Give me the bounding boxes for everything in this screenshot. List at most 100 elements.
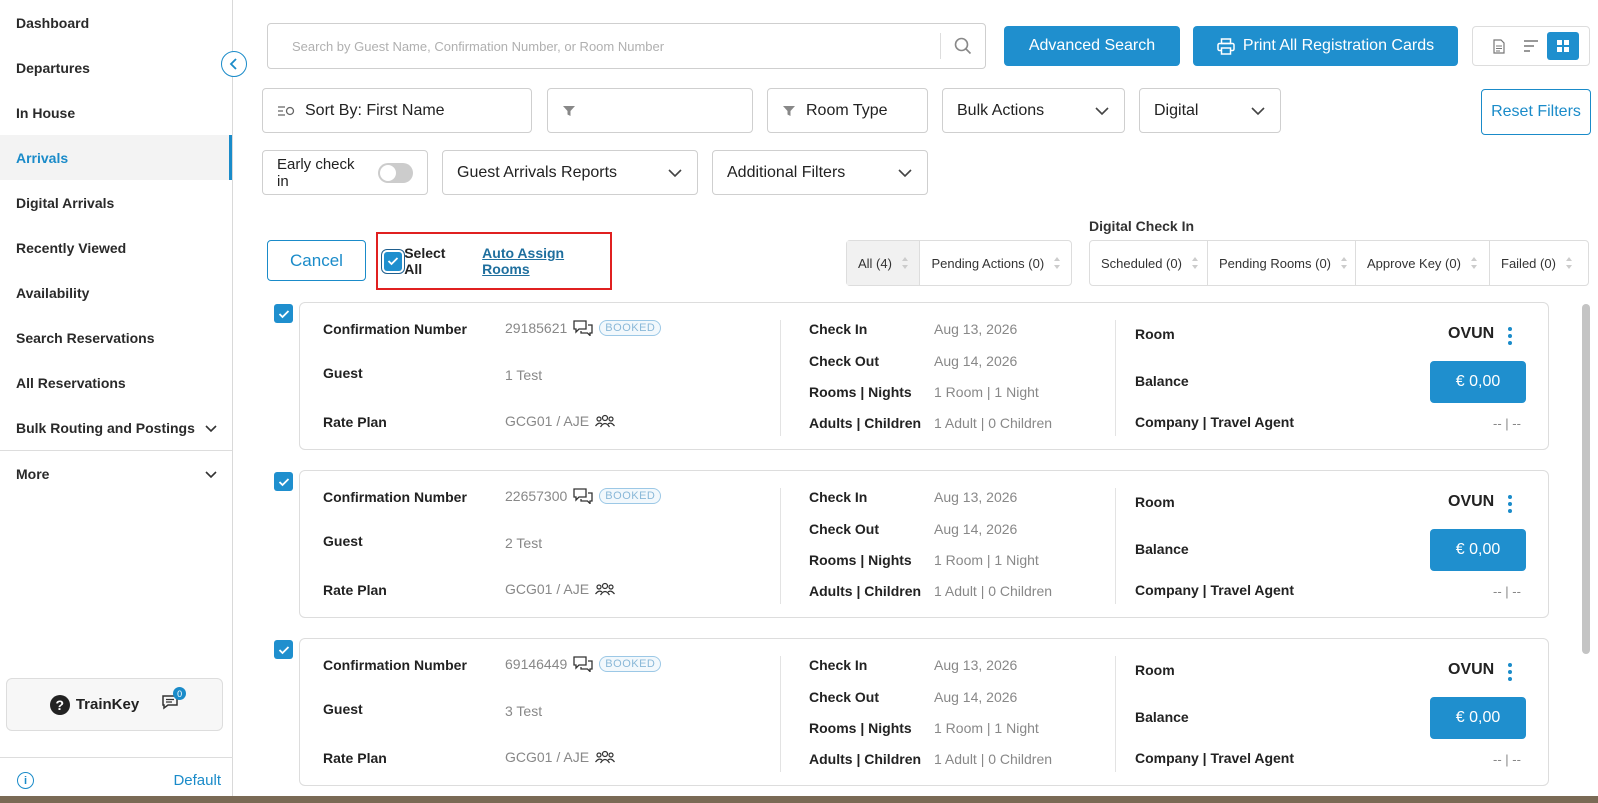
advanced-search-button[interactable]: Advanced Search [1004,26,1180,66]
select-all-highlight: Select All Auto Assign Rooms [376,232,612,290]
rooms-nights-value: 1 Room | 1 Night [934,552,1039,568]
adults-children-label: Adults | Children [809,415,922,431]
confirmation-number[interactable]: 22657300 [505,488,567,504]
sidebar-item-search-reservations[interactable]: Search Reservations [0,315,232,360]
reset-filters-button[interactable]: Reset Filters [1481,89,1591,135]
chevron-down-icon [205,424,217,432]
search-icon[interactable] [941,37,985,55]
rate-plan-value: GCG01 / AJE [505,413,616,429]
comments-icon[interactable] [573,488,593,504]
adults-children-value: 1 Adult | 0 Children [934,751,1053,767]
trainkey-button[interactable]: ? TrainKey [49,694,139,715]
more-options-icon[interactable] [1505,495,1515,513]
comments-icon[interactable] [573,320,593,336]
sidebar-item-departures[interactable]: Departures [0,45,232,90]
comments-icon[interactable] [573,656,593,672]
bulk-actions-dropdown[interactable]: Bulk Actions [942,88,1125,133]
guest-arrivals-reports-dropdown[interactable]: Guest Arrivals Reports [442,150,698,195]
sort-arrows-icon [1054,257,1061,269]
status-badge: BOOKED [599,656,662,672]
rate-plan-value: GCG01 / AJE [505,749,616,765]
rooms-nights-value: 1 Room | 1 Night [934,384,1039,400]
list-view-button[interactable] [1515,32,1547,60]
column-separator [1115,320,1116,436]
confirmation-number[interactable]: 29185621 [505,320,567,336]
check-in-date: Aug 13, 2026 [934,321,1018,337]
tab-all[interactable]: All (4) [847,241,921,285]
check-in-date: Aug 13, 2026 [934,657,1018,673]
sidebar-item-more[interactable]: More [0,451,232,496]
column-separator [780,656,781,772]
sidebar-item-in-house[interactable]: In House [0,90,232,135]
sidebar-item-recently-viewed[interactable]: Recently Viewed [0,225,232,270]
collapse-sidebar-button[interactable] [221,51,247,77]
column-separator [1115,488,1116,604]
balance-label: Balance [1135,709,1189,725]
main-content: Advanced Search Print All Registration C… [234,0,1598,803]
check-in-label: Check In [809,657,868,673]
row-checkbox[interactable] [274,472,293,491]
status-badge: BOOKED [599,320,662,336]
tab-scheduled[interactable]: Scheduled (0) [1090,241,1208,285]
early-check-in-toggle[interactable] [377,162,413,183]
messages-button[interactable]: 0 [161,687,187,715]
select-all-checkbox[interactable] [384,251,403,271]
more-options-icon[interactable] [1505,327,1515,345]
adults-children-label: Adults | Children [809,583,922,599]
balance-button[interactable]: € 0,00 [1430,361,1526,403]
tab-pending-rooms[interactable]: Pending Rooms (0) [1208,241,1356,285]
reservation-card[interactable]: Confirmation Number 22657300 BOOKED Gues… [299,470,1549,618]
row-checkbox[interactable] [274,640,293,659]
scrollbar[interactable] [1582,304,1590,654]
balance-button[interactable]: € 0,00 [1430,529,1526,571]
additional-filters-dropdown[interactable]: Additional Filters [712,150,928,195]
company-travel-agent-value: -- | -- [1493,584,1521,599]
room-type-filter[interactable]: Room Type [767,88,928,133]
digital-dropdown[interactable]: Digital [1139,88,1281,133]
help-icon: ? [49,694,70,715]
grid-view-button[interactable] [1547,32,1579,60]
guest-name[interactable]: 2 Test [505,535,542,551]
sidebar-item-availability[interactable]: Availability [0,270,232,315]
filter-select[interactable] [547,88,753,133]
info-icon[interactable]: i [17,772,34,789]
room-label: Room [1135,662,1175,678]
confirmation-number[interactable]: 69146449 [505,656,567,672]
auto-assign-rooms-link[interactable]: Auto Assign Rooms [482,245,610,277]
sidebar-item-bulk-routing[interactable]: Bulk Routing and Postings [0,405,232,450]
balance-button[interactable]: € 0,00 [1430,697,1526,739]
reservation-card[interactable]: Confirmation Number 69146449 BOOKED Gues… [299,638,1549,786]
balance-label: Balance [1135,541,1189,557]
room-code: OVUN [1448,493,1495,510]
chevron-down-icon [898,168,912,177]
check-in-date: Aug 13, 2026 [934,489,1018,505]
default-link[interactable]: Default [173,772,221,789]
more-options-icon[interactable] [1505,663,1515,681]
document-view-button[interactable] [1483,32,1515,60]
tab-failed[interactable]: Failed (0) [1490,241,1588,285]
cancel-button[interactable]: Cancel [267,240,366,281]
document-icon [1493,38,1505,54]
rate-plan-value: GCG01 / AJE [505,581,616,597]
printer-icon [1217,37,1235,55]
row-checkbox[interactable] [274,304,293,323]
sort-by-select[interactable]: Sort By: First Name [262,88,532,133]
reservation-card[interactable]: Confirmation Number 29185621 BOOKED Gues… [299,302,1549,450]
trainkey-panel: ? TrainKey 0 [6,678,223,731]
sidebar-item-arrivals[interactable]: Arrivals [0,135,232,180]
sort-arrows-icon [1565,257,1572,269]
company-travel-agent-value: -- | -- [1493,752,1521,767]
search-input[interactable] [268,24,940,68]
sidebar-item-all-reservations[interactable]: All Reservations [0,360,232,405]
tab-approve-key[interactable]: Approve Key (0) [1356,241,1490,285]
sidebar-item-digital-arrivals[interactable]: Digital Arrivals [0,180,232,225]
tab-pending-actions[interactable]: Pending Actions (0) [920,241,1071,285]
print-all-registration-cards-button[interactable]: Print All Registration Cards [1193,26,1458,66]
guest-name[interactable]: 1 Test [505,367,542,383]
group-icon [595,750,616,764]
confirmation-number-value: 29185621 BOOKED [505,320,662,336]
guest-name[interactable]: 3 Test [505,703,542,719]
sidebar-item-dashboard[interactable]: Dashboard [0,0,232,45]
chevron-down-icon [668,168,682,177]
check-in-label: Check In [809,489,868,505]
